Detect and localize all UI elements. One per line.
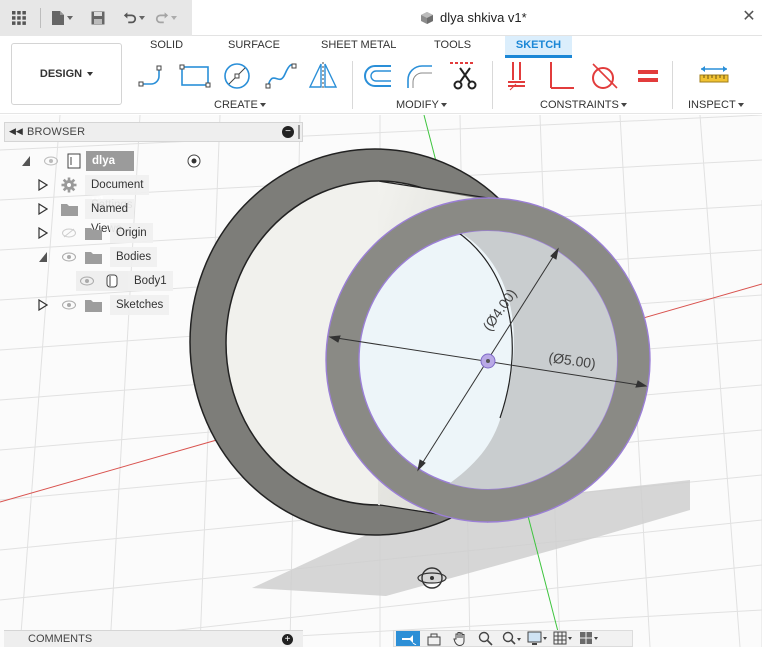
eye-icon[interactable] (44, 156, 58, 166)
collapsed-arrow-icon[interactable] (38, 227, 48, 239)
create-label: CREATE (214, 99, 258, 111)
perpendicular-constraint-icon[interactable] (543, 59, 577, 93)
folder-icon (85, 227, 102, 240)
line-tool-icon[interactable] (136, 59, 170, 93)
orbit-icon[interactable] (396, 631, 420, 646)
expanded-arrow-icon[interactable] (38, 251, 48, 263)
modify-menu[interactable]: MODIFY (396, 99, 447, 111)
circle-tool-icon[interactable] (220, 59, 254, 93)
undo-icon[interactable] (123, 7, 145, 29)
zoom-window-icon[interactable] (500, 631, 524, 646)
eye-icon[interactable] (62, 300, 76, 310)
tree-item-label: Named Views (85, 199, 135, 235)
save-icon[interactable] (87, 7, 109, 29)
inspect-menu[interactable]: INSPECT (688, 99, 744, 111)
folder-icon (61, 203, 78, 216)
constraints-label: CONSTRAINTS (540, 99, 619, 111)
redo-icon[interactable] (155, 7, 177, 29)
tube-body[interactable] (189, 148, 651, 536)
document-tab[interactable]: dlya shkiva v1* (420, 10, 527, 25)
document-title: dlya shkiva v1* (440, 10, 527, 25)
component-icon (421, 11, 433, 24)
tab-tools[interactable]: TOOLS (430, 36, 475, 58)
expanded-arrow-icon[interactable] (21, 155, 31, 167)
collapsed-arrow-icon[interactable] (38, 299, 48, 311)
collapsed-arrow-icon[interactable] (38, 203, 48, 215)
eye-hidden-icon[interactable] (62, 228, 76, 238)
quick-access-toolbar (0, 0, 192, 36)
body-icon (106, 274, 118, 288)
mirror-tool-icon[interactable] (306, 59, 340, 93)
tree-item-label: Sketches (110, 295, 170, 315)
trim-tool-icon[interactable] (448, 59, 482, 93)
browser-panel-header[interactable]: ◀◀ BROWSER − (4, 122, 303, 142)
tree-item-label: Body1 (128, 271, 173, 291)
tree-item-label: Bodies (110, 247, 158, 267)
grid-icon[interactable] (8, 7, 30, 29)
pan-hand-icon[interactable] (448, 631, 472, 646)
browser-title: BROWSER (27, 126, 86, 138)
look-at-icon[interactable] (422, 631, 446, 646)
group-divider (672, 61, 673, 109)
inspect-label: INSPECT (688, 99, 736, 111)
viewports-icon[interactable] (578, 631, 602, 646)
add-comment-icon[interactable]: + (282, 634, 293, 645)
group-divider (352, 61, 353, 109)
tree-item-label: Origin (110, 223, 153, 243)
collapse-panel-icon[interactable]: ◀◀ (9, 126, 23, 137)
browser-minimize-icon[interactable]: − (282, 126, 294, 138)
file-icon[interactable] (51, 7, 73, 29)
folder-icon (85, 299, 102, 312)
document-icon (67, 153, 81, 169)
tab-sketch[interactable]: SKETCH (505, 36, 572, 58)
tree-item-label: Document Settings (85, 175, 150, 211)
navigation-bar (393, 630, 633, 647)
modify-label: MODIFY (396, 99, 439, 111)
rectangle-tool-icon[interactable] (178, 59, 212, 93)
coincident-constraint-icon[interactable] (502, 59, 536, 93)
equal-constraint-icon[interactable] (631, 59, 665, 93)
tab-sheet-metal[interactable]: SHEET METAL (317, 36, 400, 58)
title-bar: dlya shkiva v1* ✕ (0, 0, 762, 36)
group-divider (492, 61, 493, 109)
workspace-switcher[interactable]: DESIGN (11, 43, 122, 105)
grid-settings-icon[interactable] (552, 631, 576, 646)
comments-panel-header[interactable]: COMMENTS + (4, 630, 303, 647)
workspace-label: DESIGN (39, 68, 83, 80)
fillet-tool-icon[interactable] (360, 59, 394, 93)
tree-item-label: dlya shkiva v1 (86, 151, 134, 207)
folder-icon (85, 251, 102, 264)
zoom-icon[interactable] (474, 631, 498, 646)
constraints-menu[interactable]: CONSTRAINTS (540, 99, 627, 111)
panel-pin-icon[interactable] (298, 125, 300, 139)
tab-solid[interactable]: SOLID (146, 36, 187, 58)
gear-icon (61, 177, 77, 193)
comments-title: COMMENTS (28, 633, 93, 645)
eye-icon[interactable] (80, 276, 94, 286)
display-settings-icon[interactable] (526, 631, 550, 646)
collapsed-arrow-icon[interactable] (38, 179, 48, 191)
measure-tool-icon[interactable] (697, 59, 731, 93)
create-menu[interactable]: CREATE (214, 99, 266, 111)
eye-icon[interactable] (62, 252, 76, 262)
offset-tool-icon[interactable] (403, 59, 437, 93)
spline-tool-icon[interactable] (264, 59, 298, 93)
tab-surface[interactable]: SURFACE (224, 36, 284, 58)
fusion-window: dlya shkiva v1* ✕ DESIGN SOLID SURFACE S… (0, 0, 762, 647)
ribbon-toolbar: DESIGN SOLID SURFACE SHEET METAL TOOLS S… (0, 36, 762, 114)
activate-radio-icon[interactable] (187, 154, 201, 168)
close-tab-icon[interactable]: ✕ (742, 8, 756, 26)
tangent-constraint-icon[interactable] (586, 59, 620, 93)
